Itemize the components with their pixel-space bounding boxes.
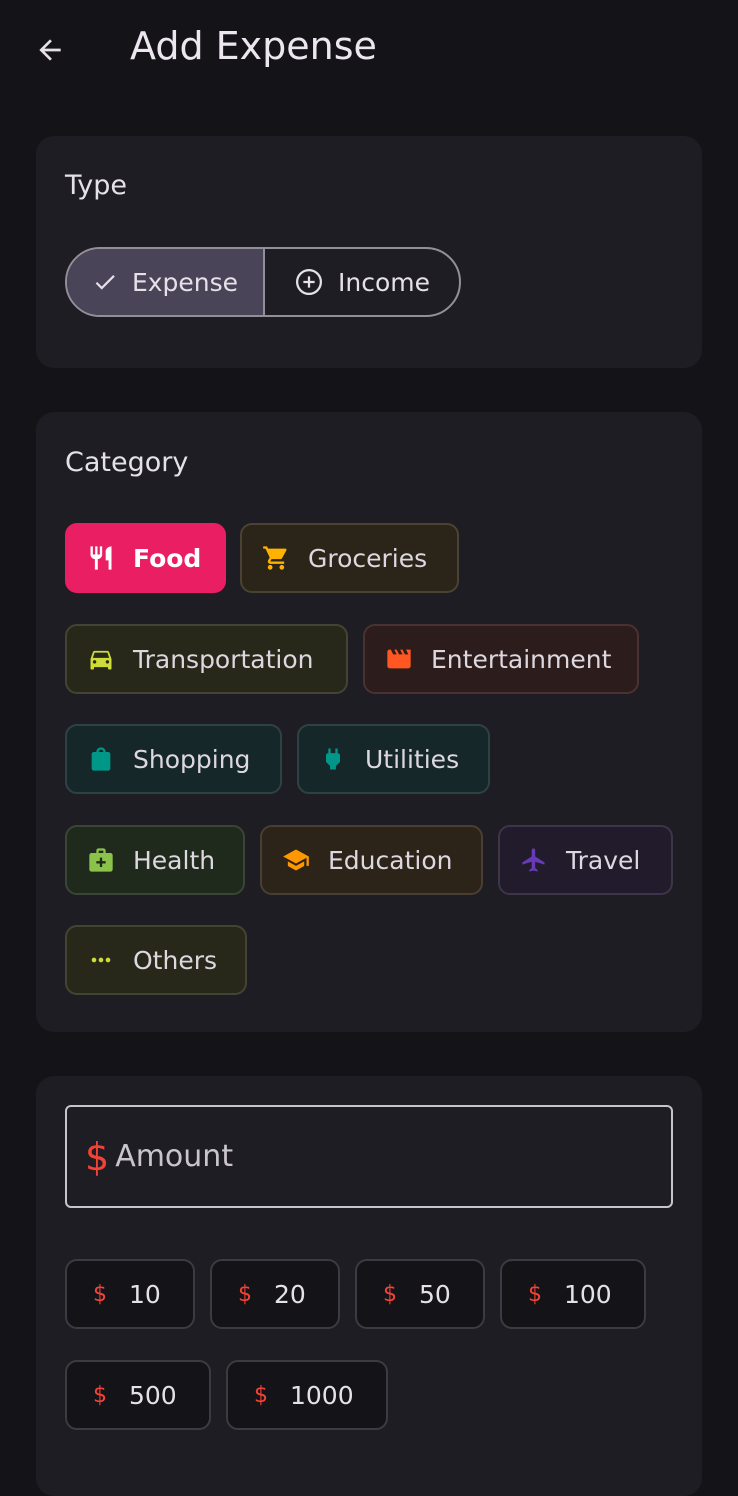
quick-amount-button[interactable]: $ 500: [65, 1360, 211, 1430]
category-chip-utilities[interactable]: Utilities: [297, 724, 490, 794]
restaurant-icon: [87, 544, 115, 572]
dollar-icon: $: [93, 1281, 107, 1307]
airplane-icon: [520, 846, 548, 874]
check-icon: [95, 275, 115, 290]
income-segment-label: Income: [338, 267, 430, 297]
category-chip-food[interactable]: Food: [65, 523, 226, 593]
dollar-icon: $: [528, 1281, 542, 1307]
category-chip-entertainment[interactable]: Entertainment: [363, 624, 639, 694]
category-chip-label: Transportation: [133, 644, 314, 674]
type-segmented-control: Expense Income: [65, 247, 461, 317]
quick-amount-value: 20: [274, 1279, 306, 1309]
category-chip-label: Utilities: [365, 744, 460, 774]
arrow-back-icon: [39, 39, 61, 61]
category-chip-label: Food: [133, 543, 202, 573]
quick-amount-value: 1000: [290, 1380, 354, 1410]
medical-bag-icon: [87, 846, 115, 874]
amount-card: $ $ 10 $ 20 $ 50 $ 100 $ 500 $ 1000: [36, 1076, 702, 1496]
category-chip-label: Groceries: [308, 543, 428, 573]
category-chip-label: Health: [133, 845, 216, 875]
shopping-bag-icon: [87, 745, 115, 773]
category-chip-groceries[interactable]: Groceries: [240, 523, 459, 593]
category-chip-travel[interactable]: Travel: [498, 825, 673, 895]
dollar-icon: $: [93, 1382, 107, 1408]
add-circle-icon: [296, 269, 322, 295]
category-chip-label: Others: [133, 945, 218, 975]
quick-amount-button[interactable]: $ 50: [355, 1259, 485, 1329]
quick-amount-button[interactable]: $ 20: [210, 1259, 340, 1329]
dollar-icon: $: [238, 1281, 252, 1307]
power-plug-icon: [319, 745, 347, 773]
quick-amount-value: 500: [129, 1380, 177, 1410]
category-chip-label: Travel: [566, 845, 641, 875]
more-horiz-icon: [87, 946, 115, 974]
dollar-icon: $: [85, 1134, 110, 1179]
type-card: Type Expense Income: [36, 136, 702, 368]
category-chip-others[interactable]: Others: [65, 925, 247, 995]
category-chip-transportation[interactable]: Transportation: [65, 624, 348, 694]
amount-field[interactable]: $: [65, 1105, 673, 1208]
category-card: Category Food Groceries Transportation E…: [36, 412, 702, 1032]
expense-segment[interactable]: Expense: [67, 249, 265, 315]
shopping-cart-icon: [262, 544, 290, 572]
category-chip-shopping[interactable]: Shopping: [65, 724, 282, 794]
category-chip-label: Education: [328, 845, 453, 875]
quick-amount-value: 100: [564, 1279, 612, 1309]
dollar-icon: $: [383, 1281, 397, 1307]
type-label: Type: [65, 170, 128, 201]
category-chip-education[interactable]: Education: [260, 825, 483, 895]
quick-amount-button[interactable]: $ 1000: [226, 1360, 388, 1430]
quick-amount-button[interactable]: $ 100: [500, 1259, 646, 1329]
page-title: Add Expense: [130, 24, 377, 68]
quick-amount-value: 10: [129, 1279, 161, 1309]
dollar-icon: $: [254, 1382, 268, 1408]
amount-input[interactable]: [113, 1138, 618, 1175]
category-label: Category: [65, 447, 189, 478]
school-icon: [282, 846, 310, 874]
quick-amount-button[interactable]: $ 10: [65, 1259, 195, 1329]
quick-amount-value: 50: [419, 1279, 451, 1309]
car-icon: [87, 645, 115, 673]
movie-icon: [385, 645, 413, 673]
expense-segment-label: Expense: [131, 267, 239, 297]
back-button[interactable]: [30, 30, 70, 70]
income-segment[interactable]: Income: [265, 249, 459, 315]
category-chip-label: Entertainment: [431, 644, 612, 674]
app-bar: Add Expense: [0, 0, 738, 100]
category-chip-health[interactable]: Health: [65, 825, 245, 895]
category-chip-label: Shopping: [133, 744, 251, 774]
